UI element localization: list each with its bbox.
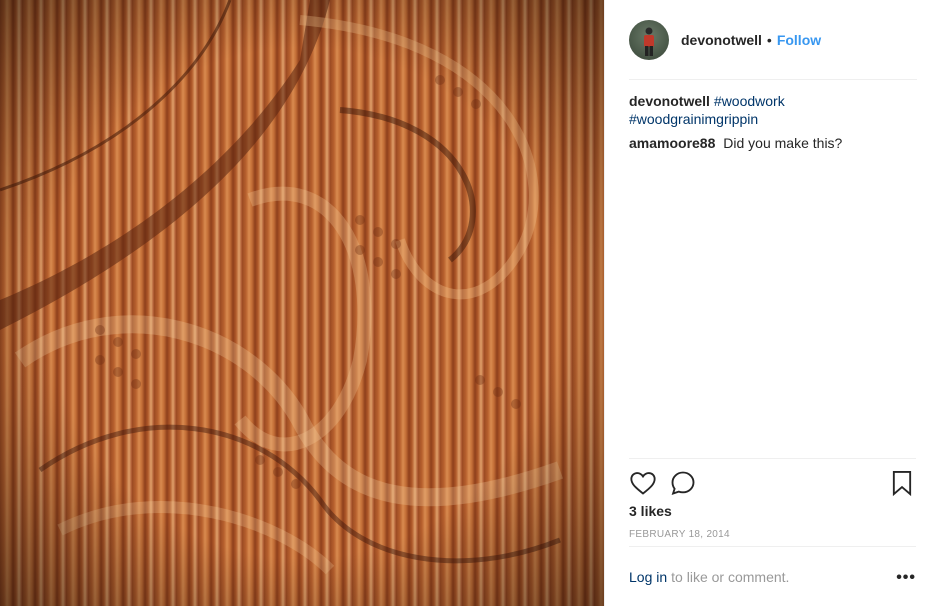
divider [629, 79, 917, 80]
caption: devonotwell #woodwork #woodgrainimgrippin [629, 92, 919, 128]
like-count[interactable]: 3 likes [629, 503, 672, 519]
comment-text: Did you make this? [723, 135, 843, 151]
heart-icon[interactable] [629, 469, 657, 497]
action-bar: 3 likes FEBRUARY 18, 2014 [629, 458, 916, 546]
login-link[interactable]: Log in [629, 569, 667, 585]
avatar[interactable] [629, 20, 669, 60]
woodcarving-image [0, 0, 604, 606]
post-header: devonotwell • Follow [605, 0, 940, 80]
comment-username[interactable]: amamoore88 [629, 135, 715, 151]
hashtag-link[interactable]: #woodwork [714, 93, 785, 109]
post-photo[interactable] [0, 0, 604, 606]
username[interactable]: devonotwell [681, 32, 762, 48]
comment: amamoore88 Did you make this? [629, 134, 919, 152]
more-options-icon[interactable]: ••• [896, 569, 916, 587]
comment-list: devonotwell #woodwork #woodgrainimgrippin… [629, 92, 919, 158]
separator-dot: • [766, 32, 772, 48]
comment-icon[interactable] [669, 469, 697, 497]
person-icon [644, 27, 654, 56]
bookmark-icon[interactable] [888, 469, 916, 497]
hashtag-link[interactable]: #woodgrainimgrippin [629, 111, 758, 127]
post-date[interactable]: FEBRUARY 18, 2014 [629, 529, 730, 540]
post-sidebar: devonotwell • Follow devonotwell #woodwor… [604, 0, 940, 606]
follow-button[interactable]: Follow [777, 32, 821, 48]
login-prompt-text: to like or comment. [671, 568, 790, 585]
login-prompt: Log in to like or comment. ••• [629, 546, 916, 606]
comment-username[interactable]: devonotwell [629, 93, 710, 109]
